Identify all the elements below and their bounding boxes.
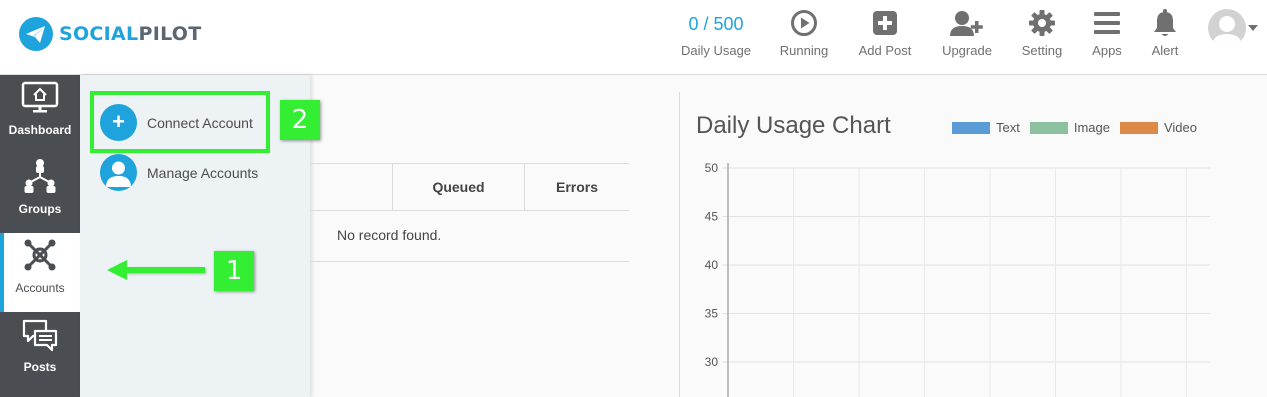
chart-y-tick-label: 50 (705, 161, 719, 175)
nav-running[interactable]: Running (774, 8, 834, 58)
manage-accounts-label: Manage Accounts (147, 164, 259, 181)
legend-label-video: Video (1163, 120, 1197, 135)
chart-y-tick-label: 30 (705, 355, 719, 369)
top-header: SOCIALPILOT 0 / 500 Daily Usage Running (0, 0, 1267, 75)
logo-text-social: SOCIAL (59, 23, 139, 45)
daily-usage-indicator[interactable]: 0 / 500 Daily Usage (676, 8, 756, 58)
table-bottom-border (310, 261, 629, 262)
logo-text-pilot: PILOT (138, 23, 202, 45)
sidebar-item-accounts[interactable]: Accounts (0, 233, 80, 312)
sidebar-item-posts-label: Posts (23, 360, 57, 374)
sidebar-item-groups[interactable]: Groups (0, 154, 80, 233)
chart-title: Daily Usage Chart (696, 112, 891, 139)
daily-usage-label: Daily Usage (680, 43, 752, 58)
sidebar-item-dashboard-label: Dashboard (8, 123, 72, 137)
nav-setting-label: Setting (1021, 43, 1063, 58)
chart-legend: Text Image Video (952, 120, 1207, 135)
sidebar-item-accounts-label: Accounts (15, 281, 65, 295)
nav-apps-label: Apps (1092, 43, 1122, 58)
play-circle-icon (791, 10, 817, 36)
highlight-box-connect-account (90, 91, 270, 153)
nav-upgrade-label: Upgrade (942, 43, 992, 58)
hierarchy-icon (24, 159, 56, 193)
manage-accounts-button[interactable]: Manage Accounts (100, 154, 258, 191)
hamburger-icon (1094, 12, 1120, 34)
sidebar-item-groups-label: Groups (18, 202, 62, 216)
user-menu[interactable] (1208, 9, 1258, 47)
legend-label-text: Text (996, 120, 1020, 135)
nav-apps[interactable]: Apps (1085, 8, 1129, 58)
monitor-home-icon (21, 81, 59, 113)
table-header-border (310, 210, 629, 211)
sidebar-item-dashboard[interactable]: Dashboard (0, 75, 80, 154)
nav-add-post[interactable]: Add Post (855, 8, 915, 58)
network-icon (24, 239, 56, 271)
annotation-badge-2: 2 (280, 100, 320, 140)
nav-add-post-label: Add Post (858, 43, 912, 58)
nav-running-label: Running (779, 43, 829, 58)
nav-setting[interactable]: Setting (1016, 8, 1068, 58)
column-header-queued[interactable]: Queued (393, 164, 524, 210)
annotation-arrow-head-icon (107, 260, 127, 280)
legend-label-image: Image (1073, 120, 1110, 135)
chart-y-tick-label: 40 (705, 258, 719, 272)
chart-y-tick-label: 45 (705, 210, 719, 224)
legend-item-video[interactable]: Video (1119, 120, 1197, 135)
sidebar-item-posts[interactable]: Posts (0, 312, 80, 391)
nav-upgrade[interactable]: Upgrade (935, 8, 999, 58)
legend-item-text[interactable]: Text (952, 120, 1020, 135)
daily-usage-count: 0 / 500 (688, 14, 744, 34)
annotation-badge-1: 1 (214, 251, 254, 291)
app-root: SOCIALPILOT 0 / 500 Daily Usage Running (0, 0, 1267, 397)
chart-y-tick-label: 35 (705, 307, 719, 321)
bell-icon (1154, 9, 1176, 36)
chevron-down-icon (1248, 25, 1258, 31)
paper-plane-icon (19, 17, 53, 51)
user-icon (100, 154, 137, 191)
no-record-message: No record found. (337, 227, 442, 243)
main-sidebar: Dashboard Groups Accounts Posts (0, 75, 80, 397)
nav-alert-label: Alert (1151, 43, 1179, 58)
annotation-arrow-shaft (125, 267, 205, 273)
nav-alert[interactable]: Alert (1145, 8, 1185, 58)
daily-usage-chart: 50 45 40 35 30 (705, 161, 1210, 397)
legend-swatch-video (1119, 121, 1158, 134)
user-plus-icon (950, 11, 983, 36)
legend-item-image[interactable]: Image (1029, 120, 1110, 135)
gear-icon (1029, 10, 1055, 36)
legend-swatch-text (952, 121, 990, 134)
legend-swatch-image (1029, 121, 1068, 134)
chat-bubbles-icon (22, 319, 58, 352)
avatar (1208, 9, 1246, 47)
socialpilot-logo[interactable]: SOCIALPILOT (18, 16, 202, 52)
logo-text: SOCIALPILOT (59, 23, 202, 45)
chart-panel-divider (679, 92, 680, 397)
plus-square-icon (873, 11, 897, 35)
column-header-errors[interactable]: Errors (525, 164, 629, 210)
user-silhouette-icon (1212, 16, 1242, 47)
